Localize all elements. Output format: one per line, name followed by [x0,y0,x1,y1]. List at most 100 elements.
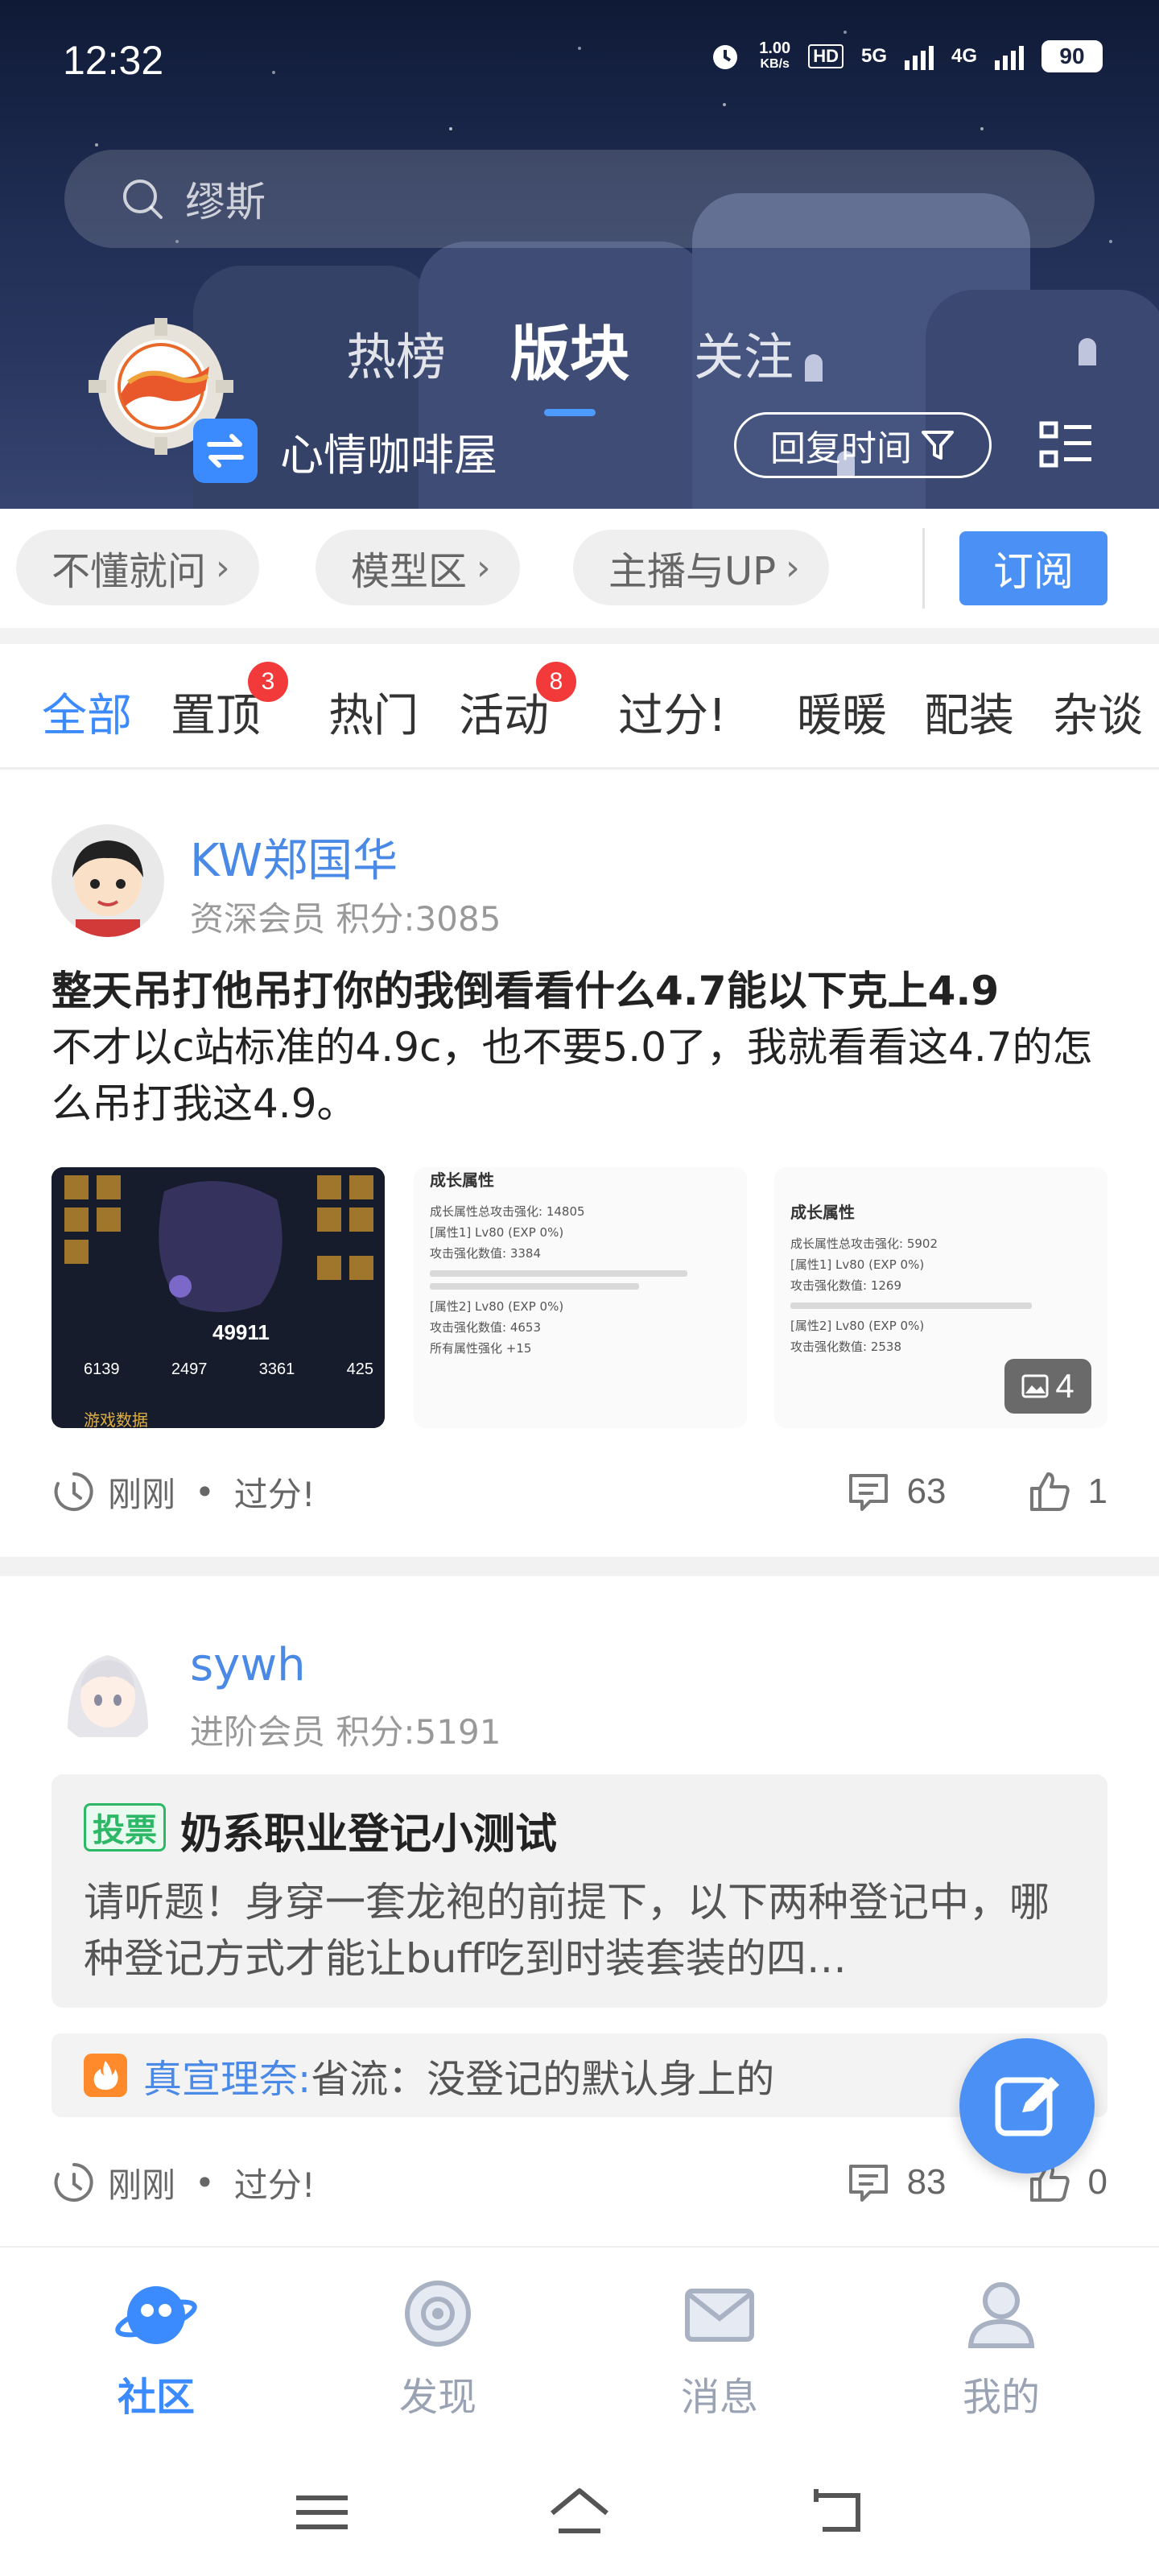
post-title[interactable]: 整天吊打他吊打你的我倒看看什么4.7能以下克上4.9 不才以c站标准的4.9c，… [52,963,1114,1132]
chevron-right-icon: › [476,547,491,588]
sort-by-reply-time-button[interactable]: 回复时间 [734,412,992,478]
fire-icon [84,2054,127,2097]
discover-icon [405,2281,471,2347]
tab-pinned[interactable]: 置顶 3 [171,662,288,745]
image-icon [1021,1374,1049,1398]
chevron-right-icon: › [786,547,800,588]
cartoon-avatar-icon [52,824,164,937]
nav-discover[interactable]: 发现 [357,2277,518,2421]
forum-name: 心情咖啡屋 [280,429,497,481]
doc-text: 成长属性总攻击强化: 5902 [属性1] Lv80 (EXP 0%) 攻击强化… [790,1233,1096,1357]
network-4g-label: 4G [951,45,977,67]
comment-count: 83 [906,2162,947,2202]
image-count-badge: 4 [1004,1359,1091,1414]
hot-comment-user[interactable]: 真宣理奈: [143,2047,311,2103]
tab-all[interactable]: 全部 [42,679,132,745]
search-input[interactable]: 缪斯 [64,150,1095,248]
doc-text: 成长属性总攻击强化: 14805 [属性1] Lv80 (EXP 0%) 攻击强… [430,1201,736,1359]
tab-hot[interactable]: 热门 [328,679,419,745]
author-meta: 进阶会员 积分:5191 [190,1712,501,1752]
nav-messages[interactable]: 消息 [639,2277,800,2421]
doc-heading: 成长属性 [790,1203,855,1222]
post-time: 刚刚 [108,2165,176,2205]
comment-count: 63 [906,1472,947,1511]
clock-icon [54,2163,93,2202]
nav-profile[interactable]: 我的 [921,2277,1082,2421]
system-navigation-bar [0,2439,1159,2576]
compose-post-button[interactable] [959,2038,1095,2174]
tab-following[interactable]: 关注 [694,316,794,389]
post-footer: 刚刚 • 过分! 63 1 [52,1463,1107,1520]
menu-icon[interactable] [290,2484,354,2541]
signal-icon [995,43,1024,70]
chevron-right-icon: › [216,547,230,588]
subforum-row: 不懂就问 › 模型区 › 主播与UP › 订阅 [0,509,1159,628]
sort-label: 回复时间 [770,428,912,469]
comment-icon[interactable] [846,1469,891,1514]
window-light [1079,338,1096,365]
thumbs-up-icon[interactable] [1027,1469,1072,1514]
thumb-caption: 游戏数据 [84,1410,148,1428]
tab-hot-list[interactable]: 热榜 [346,316,446,389]
subforum-chip[interactable]: 主播与UP › [573,530,829,605]
tab-sections[interactable]: 版块 [510,306,629,392]
like-count: 1 [1087,1472,1107,1511]
stat-row: 6139 2497 3361 425 [84,1360,373,1378]
subforum-chip[interactable]: 模型区 › [316,530,520,605]
post-image-gallery: 49911 6139 2497 3361 425 游戏数据 成长属性 成长属性总… [52,1167,1107,1428]
tab-excessive[interactable]: 过分! [618,679,726,745]
status-bar: 12:32 1.00 KB/s HD 5G 4G 90 [0,0,1159,121]
avatar[interactable] [52,1633,164,1745]
post-category: 过分! [233,1474,316,1514]
clock-icon [54,1472,93,1511]
tab-build[interactable]: 配装 [924,679,1014,745]
battery-indicator: 90 [1041,40,1103,72]
post-image[interactable]: 49911 6139 2497 3361 425 游戏数据 [52,1167,385,1428]
search-placeholder: 缪斯 [185,179,266,225]
combat-score: 49911 [212,1320,270,1344]
unread-badge: 8 [536,662,576,702]
network-speed: 1.00 KB/s [759,39,791,71]
anime-avatar-icon [52,1633,164,1745]
subforum-chip[interactable]: 不懂就问 › [16,530,259,605]
planet-icon [115,2286,197,2344]
search-icon [123,180,163,219]
hot-comment-text: 省流：没登记的默认身上的 [311,2057,775,2102]
vote-title: 奶系职业登记小测试 [180,1810,558,1859]
layout-grid-icon[interactable] [1038,419,1095,475]
comment-icon[interactable] [846,2160,891,2205]
like-count: 0 [1087,2162,1107,2202]
author-meta: 资深会员 积分:3085 [190,899,501,939]
category-tab-bar: 全部 置顶 3 热门 活动 8 过分! 暖暖 配装 杂谈 [0,644,1159,770]
forum-switcher[interactable]: 心情咖啡屋 [193,419,497,483]
filter-icon [922,431,954,460]
tab-chat[interactable]: 杂谈 [1053,679,1143,745]
vote-description: 请听题！身穿一套龙袍的前提下，以下两种登记中，哪种登记方式才能让buff吃到时装… [84,1879,1050,1982]
home-icon[interactable] [547,2484,612,2541]
back-icon[interactable] [805,2484,869,2541]
edit-icon [995,2077,1059,2136]
author-name[interactable]: KW郑国华 [190,824,398,890]
post-card[interactable]: KW郑国华 资深会员 积分:3085 整天吊打他吊打你的我倒看看什么4.7能以下… [0,773,1159,1557]
subscribe-button[interactable]: 订阅 [959,531,1107,605]
swap-icon [193,419,258,483]
forum-header: 12:32 1.00 KB/s HD 5G 4G 90 缪斯 热榜 版块 关注 … [0,0,1159,509]
profile-icon [967,2282,1035,2348]
alarm-icon [713,45,738,69]
author-name[interactable]: sywh [190,1639,306,1691]
post-image[interactable]: 成长属性 成长属性总攻击强化: 14805 [属性1] Lv80 (EXP 0%… [414,1167,747,1428]
bottom-nav: 社区 发现 消息 我的 [0,2246,1159,2439]
post-footer: 刚刚 • 过分! 83 0 [52,2154,1107,2211]
avatar[interactable] [52,824,164,937]
post-image[interactable]: 成长属性 成长属性总攻击强化: 5902 [属性1] Lv80 (EXP 0%)… [774,1167,1107,1428]
hot-comment[interactable]: 真宣理奈: 省流：没登记的默认身上的 [52,2033,1107,2117]
tab-warm[interactable]: 暖暖 [797,679,887,745]
window-light [805,354,823,382]
doc-heading: 成长属性 [430,1170,494,1190]
post-time: 刚刚 [108,1474,176,1514]
section-gap [0,628,1159,644]
nav-community[interactable]: 社区 [76,2277,237,2421]
vote-card[interactable]: 投票 奶系职业登记小测试 请听题！身穿一套龙袍的前提下，以下两种登记中，哪种登记… [52,1774,1107,2008]
status-time: 12:32 [63,38,164,83]
tab-events[interactable]: 活动 8 [459,662,576,745]
